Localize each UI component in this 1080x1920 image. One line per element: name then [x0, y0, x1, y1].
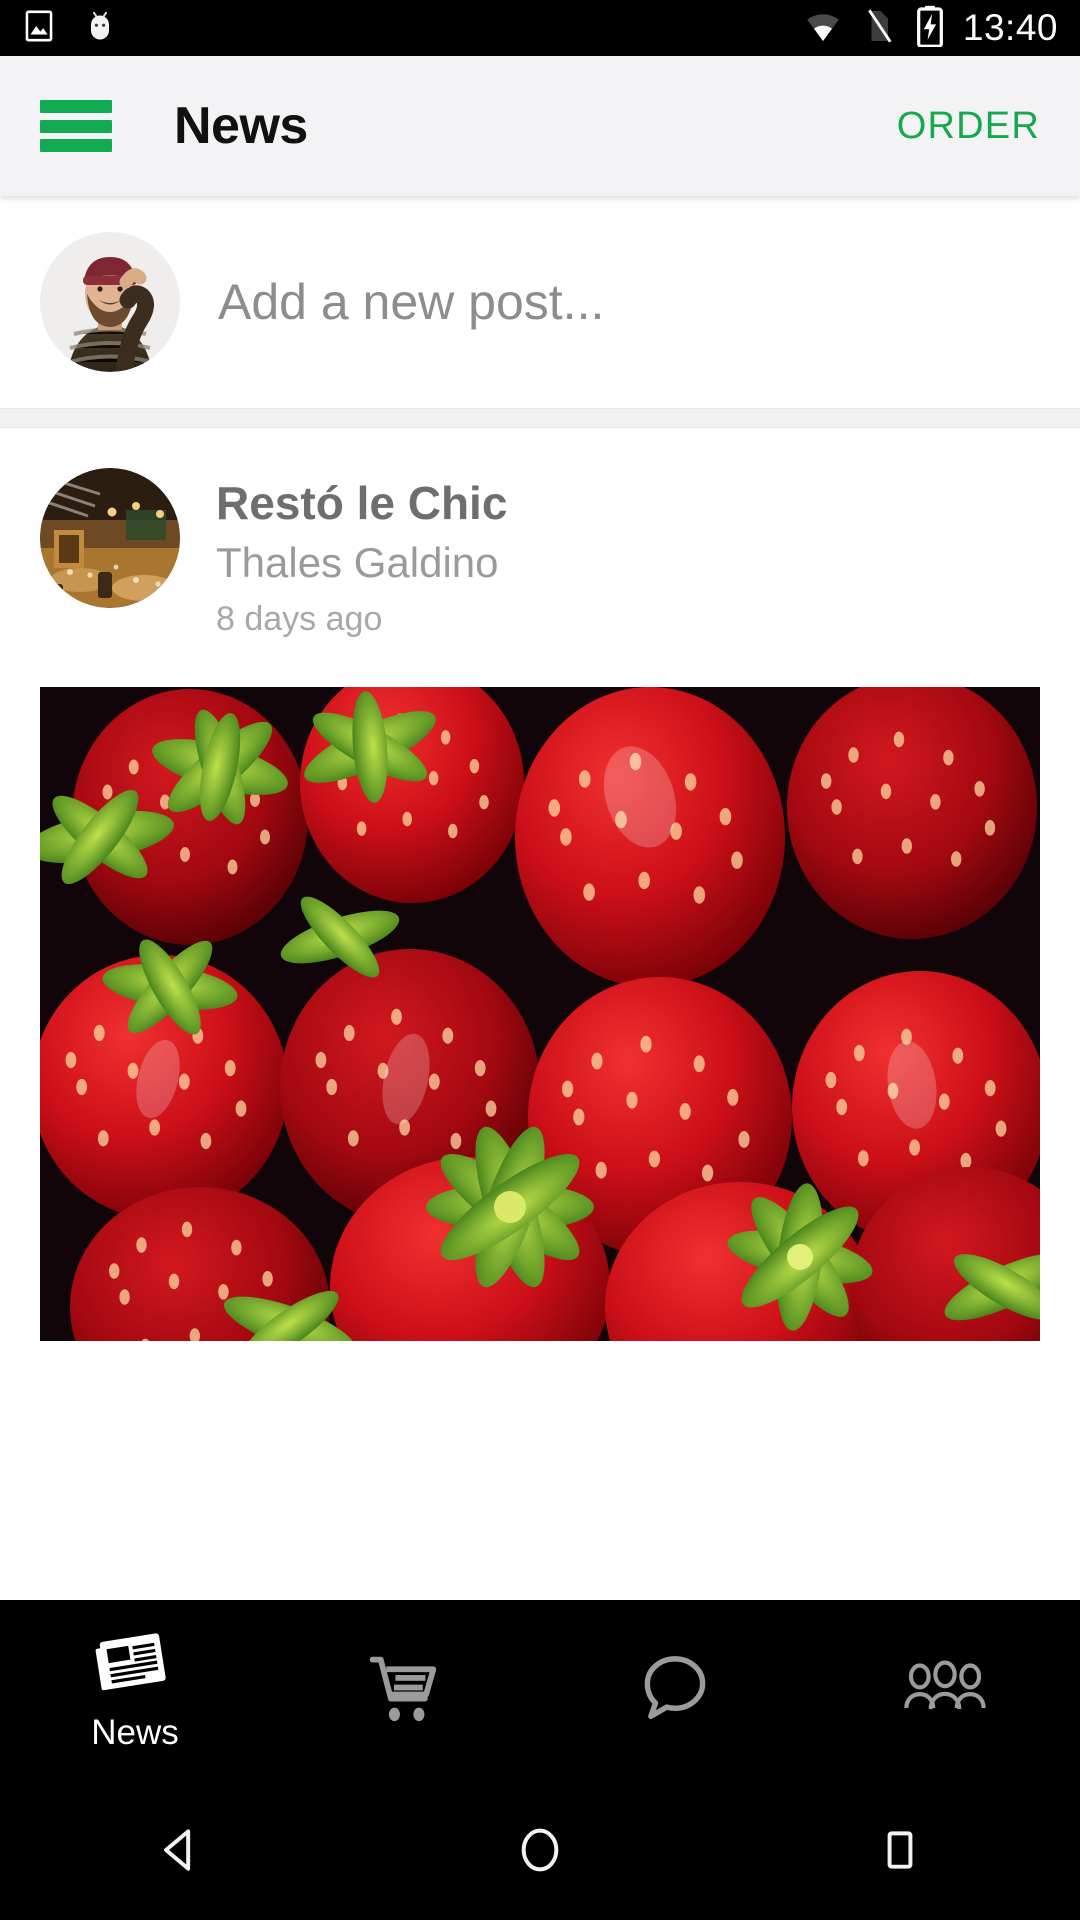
nav-item-people[interactable]	[810, 1657, 1080, 1724]
chat-bubble-icon	[637, 1651, 713, 1730]
post-timestamp: 8 days ago	[216, 599, 383, 638]
post-card: Restó le Chic Thales Galdino 8 days ago	[0, 428, 1080, 1341]
wifi-icon	[803, 6, 843, 51]
nav-item-cart[interactable]	[270, 1652, 540, 1729]
newspaper-icon	[95, 1628, 175, 1703]
post-header: Restó le Chic Thales Galdino 8 days ago	[0, 468, 1080, 639]
recents-square-icon[interactable]	[840, 1790, 960, 1910]
new-post-composer[interactable]: Add a new post...	[0, 196, 1080, 408]
system-navigation-bar	[0, 1780, 1080, 1920]
image-icon	[22, 9, 56, 48]
status-bar: 13:40	[0, 0, 1080, 56]
app-bar: News ORDER	[0, 56, 1080, 196]
app-screen: 13:40 News ORDER Add a new post... Restó…	[0, 0, 1080, 1920]
hamburger-menu-icon[interactable]	[40, 100, 112, 152]
post-title: Restó le Chic	[216, 477, 508, 529]
nav-label-news: News	[91, 1712, 179, 1752]
status-bar-notifications	[22, 8, 118, 49]
avatar	[40, 232, 180, 372]
shopping-cart-icon	[366, 1652, 444, 1729]
back-triangle-icon[interactable]	[120, 1790, 240, 1910]
people-group-icon	[903, 1657, 987, 1724]
page-title: News	[174, 97, 308, 155]
status-bar-system-icons: 13:40	[803, 5, 1058, 52]
status-bar-clock: 13:40	[962, 7, 1058, 48]
android-head-icon	[82, 8, 118, 49]
avatar[interactable]	[40, 468, 180, 608]
sim-missing-icon	[861, 6, 897, 51]
home-circle-icon[interactable]	[480, 1790, 600, 1910]
new-post-input[interactable]: Add a new post...	[218, 273, 604, 331]
post-meta: Restó le Chic Thales Galdino 8 days ago	[216, 468, 507, 639]
order-button[interactable]: ORDER	[897, 105, 1040, 148]
bottom-navigation: News	[0, 1600, 1080, 1780]
nav-item-chat[interactable]	[540, 1651, 810, 1730]
nav-item-news[interactable]: News	[0, 1628, 270, 1753]
battery-charging-icon	[915, 5, 945, 52]
post-image[interactable]	[40, 686, 1040, 1341]
post-author: Thales Galdino	[216, 539, 499, 587]
section-divider	[0, 408, 1080, 428]
